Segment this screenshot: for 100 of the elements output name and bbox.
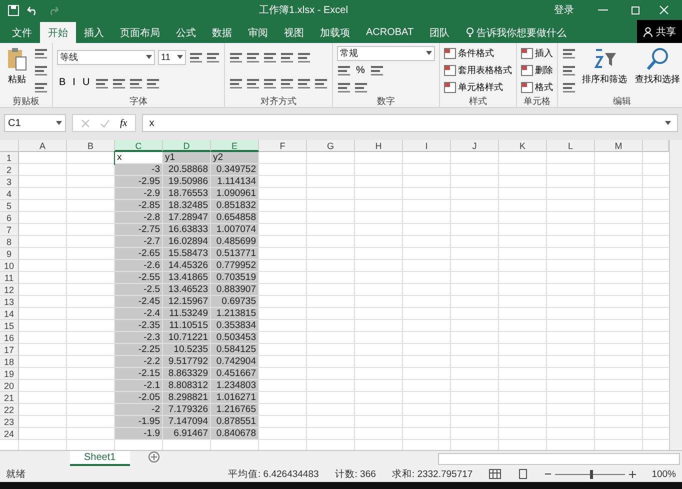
zoom-slider-thumb[interactable] bbox=[590, 470, 593, 478]
formula-input[interactable]: x bbox=[142, 114, 678, 132]
row-header[interactable]: 2 bbox=[0, 164, 19, 176]
add-sheet-icon[interactable] bbox=[148, 451, 160, 463]
row-header[interactable]: 8 bbox=[0, 236, 19, 248]
share-button[interactable]: 共享 bbox=[637, 20, 682, 43]
ribbon-tab[interactable]: 团队 bbox=[422, 22, 458, 43]
format-button[interactable]: U bbox=[80, 77, 92, 88]
format-button[interactable]: B bbox=[57, 77, 68, 88]
normal-view-icon[interactable] bbox=[488, 469, 501, 479]
row-header[interactable]: 23 bbox=[0, 416, 19, 428]
page-layout-icon[interactable] bbox=[516, 469, 529, 479]
row-header[interactable]: 12 bbox=[0, 284, 19, 296]
sheet-tab[interactable]: Sheet1 bbox=[70, 451, 130, 466]
toolbar-icon[interactable] bbox=[297, 51, 311, 64]
toolbar-icon[interactable] bbox=[128, 76, 143, 89]
toolbar-icon[interactable] bbox=[314, 76, 328, 89]
tell-me-field[interactable]: 告诉我你想要做什么 bbox=[476, 26, 567, 40]
toolbar-icon[interactable] bbox=[34, 64, 48, 76]
toolbar-icon[interactable] bbox=[280, 51, 294, 64]
row-header[interactable]: 10 bbox=[0, 260, 19, 272]
column-header[interactable]: G bbox=[307, 140, 355, 152]
format-button[interactable]: % bbox=[354, 64, 367, 76]
horizontal-scrollbar[interactable] bbox=[438, 453, 680, 465]
toolbar-icon[interactable] bbox=[337, 64, 351, 76]
row-header[interactable]: 13 bbox=[0, 296, 19, 308]
ribbon-menu-button[interactable]: 格式 bbox=[521, 80, 553, 94]
ribbon-button[interactable]: 排序和筛选 bbox=[580, 45, 629, 95]
row-header[interactable]: 3 bbox=[0, 176, 19, 188]
ribbon-tab[interactable]: ACROBAT bbox=[358, 22, 422, 43]
dropdown-field[interactable]: 常规 bbox=[337, 46, 435, 60]
row-header[interactable]: 5 bbox=[0, 200, 19, 212]
toolbar-icon[interactable] bbox=[246, 76, 260, 89]
column-header[interactable]: B bbox=[67, 140, 115, 152]
column-header[interactable]: A bbox=[19, 140, 67, 152]
toolbar-icon[interactable] bbox=[280, 76, 294, 89]
toolbar-icon[interactable] bbox=[229, 51, 243, 64]
ribbon-button[interactable]: 粘贴 bbox=[4, 45, 30, 95]
column-header[interactable]: I bbox=[403, 140, 451, 152]
row-header[interactable]: 1 bbox=[0, 152, 19, 164]
ribbon-menu-button[interactable]: 删除 bbox=[521, 64, 553, 76]
toolbar-icon[interactable] bbox=[562, 81, 576, 93]
row-header[interactable]: 24 bbox=[0, 428, 19, 440]
row-header[interactable]: 21 bbox=[0, 392, 19, 404]
toolbar-icon[interactable] bbox=[112, 76, 126, 89]
toolbar-icon[interactable] bbox=[263, 76, 277, 89]
row-header[interactable]: 9 bbox=[0, 248, 19, 260]
toolbar-icon[interactable] bbox=[246, 51, 260, 64]
ribbon-tab[interactable]: 文件 bbox=[4, 22, 40, 43]
row-header[interactable]: 17 bbox=[0, 344, 19, 356]
column-header[interactable]: J bbox=[451, 140, 499, 152]
toolbar-icon[interactable] bbox=[146, 76, 160, 89]
toolbar-icon[interactable] bbox=[337, 81, 351, 93]
ribbon-button[interactable]: 查找和选择 bbox=[633, 45, 682, 95]
column-header[interactable]: H bbox=[355, 140, 403, 152]
row-header[interactable]: 6 bbox=[0, 212, 19, 224]
column-header[interactable]: K bbox=[499, 140, 547, 152]
sign-in-link[interactable]: 登录 bbox=[548, 2, 580, 18]
toolbar-icon[interactable] bbox=[354, 81, 368, 93]
row-header[interactable]: 18 bbox=[0, 356, 19, 368]
toolbar-icon[interactable] bbox=[206, 51, 220, 64]
row-header[interactable]: 15 bbox=[0, 320, 19, 332]
row-header[interactable]: 16 bbox=[0, 332, 19, 344]
name-box[interactable]: C1 bbox=[4, 114, 66, 132]
zoom-out-icon[interactable] bbox=[544, 471, 551, 477]
row-header[interactable]: 14 bbox=[0, 308, 19, 320]
row-header[interactable]: 4 bbox=[0, 188, 19, 200]
row-header[interactable]: 11 bbox=[0, 272, 19, 284]
ribbon-tab[interactable]: 开始 bbox=[40, 22, 76, 43]
toolbar-icon[interactable] bbox=[562, 47, 576, 59]
row-header[interactable]: 7 bbox=[0, 224, 19, 236]
toolbar-icon[interactable] bbox=[94, 76, 109, 89]
ribbon-menu-button[interactable]: 套用表格格式 bbox=[444, 64, 512, 76]
insert-function-button[interactable]: fx bbox=[120, 118, 128, 128]
column-header[interactable]: C bbox=[115, 140, 163, 152]
ribbon-menu-button[interactable]: 单元格样式 bbox=[444, 80, 503, 94]
row-header[interactable]: 20 bbox=[0, 380, 19, 392]
column-header[interactable]: F bbox=[259, 140, 307, 152]
checkmark-icon[interactable] bbox=[100, 118, 110, 128]
ribbon-tab[interactable]: 插入 bbox=[76, 22, 112, 43]
toolbar-icon[interactable] bbox=[34, 81, 48, 93]
save-icon[interactable] bbox=[8, 4, 19, 16]
row-header[interactable]: 22 bbox=[0, 404, 19, 416]
ribbon-tab[interactable]: 数据 bbox=[204, 22, 240, 43]
column-header[interactable]: D bbox=[163, 140, 211, 152]
ribbon-tab[interactable]: 视图 bbox=[276, 22, 312, 43]
row-header[interactable]: 19 bbox=[0, 368, 19, 380]
toolbar-icon[interactable] bbox=[189, 51, 203, 64]
vertical-scrollbar[interactable] bbox=[669, 140, 682, 450]
ribbon-tab[interactable]: 页面布局 bbox=[112, 22, 168, 43]
column-header[interactable]: M bbox=[595, 140, 643, 152]
ribbon-menu-button[interactable]: 插入 bbox=[521, 46, 553, 60]
toolbar-icon[interactable] bbox=[562, 64, 576, 76]
column-header[interactable]: E bbox=[211, 140, 259, 152]
format-button[interactable]: I bbox=[70, 77, 78, 88]
ribbon-menu-button[interactable]: 条件格式 bbox=[444, 46, 494, 60]
column-header[interactable]: L bbox=[547, 140, 595, 152]
dropdown-field[interactable]: 等线 bbox=[57, 50, 155, 65]
toolbar-icon[interactable] bbox=[370, 64, 384, 76]
toolbar-icon[interactable] bbox=[297, 76, 311, 89]
